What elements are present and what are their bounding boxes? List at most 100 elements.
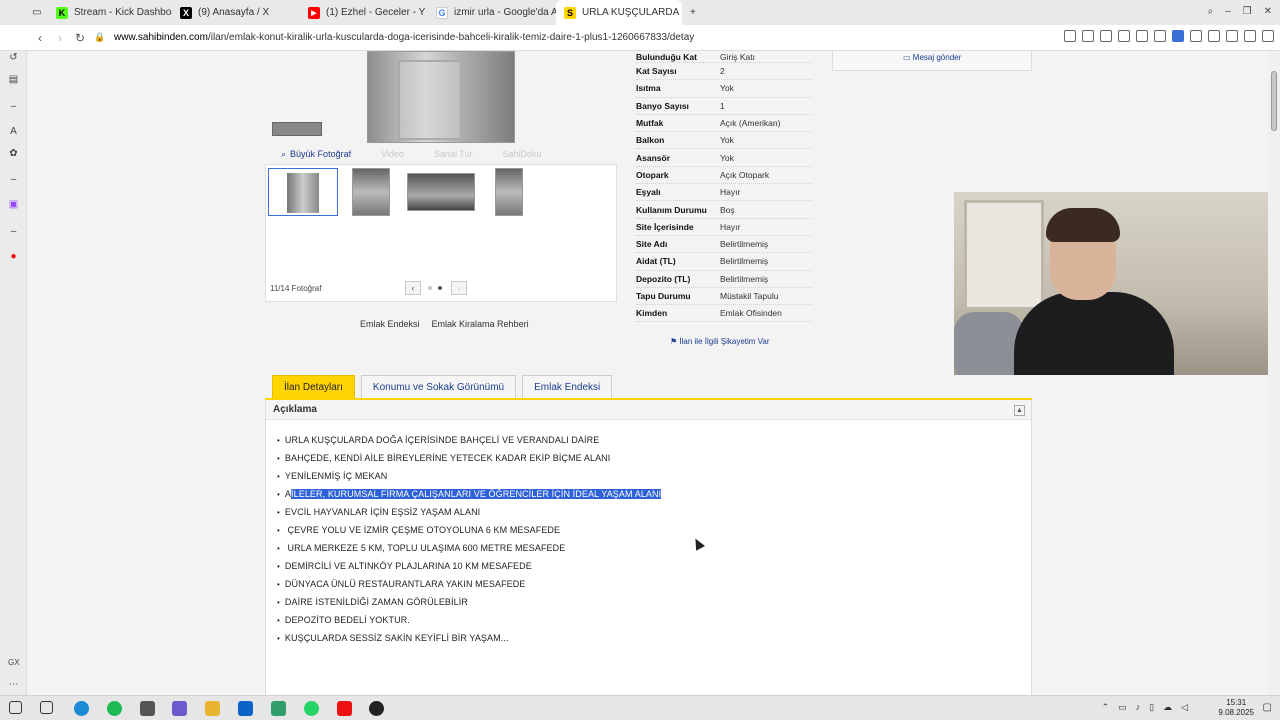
notification-icon[interactable]: ▢ — [1263, 702, 1272, 713]
menu-icon[interactable] — [1262, 30, 1274, 42]
tab-youtube[interactable]: ▶ (1) Ezhel - Geceler - Y — [300, 0, 428, 25]
chatgpt-icon[interactable]: ✿ — [8, 148, 19, 159]
description-item: DAİRE İSTENİLDİĞİ ZAMAN GÖRÜLEBİLİR — [277, 593, 1031, 611]
description-item: ÇEVRE YOLU VE İZMİR ÇEŞME OTOYOLUNA 6 KM… — [277, 521, 1031, 539]
folder-icon[interactable] — [205, 701, 220, 716]
audio-icon[interactable]: ♪ — [1136, 702, 1141, 713]
spec-row: Bulunduğu Kat Giriş Katı — [636, 51, 812, 63]
tab-google[interactable]: G izmir urla - Google'da Ara — [428, 0, 556, 25]
more-icon[interactable]: ⋯ — [8, 679, 19, 690]
youtube-sidebar-icon[interactable]: ● — [8, 251, 19, 262]
collapse-icon[interactable]: ▲ — [1014, 405, 1025, 416]
obs-icon[interactable] — [271, 701, 286, 716]
sahibinden-icon: S — [564, 6, 576, 19]
tab-konum[interactable]: Konumu ve Sokak Görünümü — [360, 375, 517, 398]
pager-dot[interactable] — [438, 286, 442, 290]
description-item: DÜNYACA ÜNLÜ RESTAURANTLARA YAKIN MESAFE… — [277, 575, 1031, 593]
pager-dot[interactable] — [428, 286, 432, 290]
app-a-icon[interactable]: A — [8, 126, 19, 137]
extension-icon[interactable] — [1172, 30, 1184, 42]
restore-icon[interactable]: ❐ — [1243, 6, 1252, 17]
description-item: DEPOZİTO BEDELİ YOKTUR. — [277, 611, 1031, 629]
battery-icon[interactable]: ▯ — [1149, 702, 1154, 713]
tab-label: (9) Anasayfa / X — [198, 7, 270, 18]
gx-icon[interactable]: GX — [8, 657, 20, 668]
history-icon[interactable]: ↺ — [8, 52, 19, 63]
spec-key: Site Adı — [636, 239, 668, 250]
twitch-icon[interactable]: ▣ — [8, 199, 19, 210]
photo-count: 11/14 Fotoğraf — [270, 284, 322, 293]
new-tab-button[interactable]: + — [682, 0, 702, 25]
description-header: Açıklama — [266, 400, 1031, 420]
speaker-icon[interactable]: ◁ — [1181, 702, 1188, 713]
tab-ilan-detaylari[interactable]: İlan Detayları — [272, 375, 355, 398]
scrollbar[interactable] — [1268, 51, 1280, 695]
tab-bar: ▭ K Stream - Kick Dashboard X (9) Anasay… — [0, 0, 1280, 25]
extensions-icon[interactable] — [1208, 30, 1220, 42]
pin-icon[interactable] — [1082, 30, 1094, 42]
network-icon[interactable]: ▭ — [1118, 702, 1127, 713]
task-view-icon[interactable] — [40, 701, 53, 714]
thumbnail[interactable] — [268, 168, 338, 216]
tab-label: (1) Ezhel - Geceler - Y — [326, 7, 426, 18]
chevron-up-icon[interactable]: ⌃ — [1102, 702, 1110, 713]
edge-icon[interactable] — [74, 701, 89, 716]
download-icon[interactable] — [1244, 30, 1256, 42]
kiralama-rehberi-link[interactable]: Emlak Kiralama Rehberi — [432, 319, 529, 329]
send-message-link[interactable]: Mesaj gönder — [913, 53, 961, 62]
reload-icon[interactable]: ↻ — [70, 31, 90, 45]
spec-value: Giriş Katı — [720, 51, 755, 62]
spec-value: Hayır — [720, 221, 741, 232]
spec-key: Isıtma — [636, 83, 661, 94]
play-icon[interactable] — [1136, 30, 1148, 42]
spec-row: Balkon Yok — [636, 132, 812, 150]
chatgpt-taskbar-icon[interactable] — [369, 701, 384, 716]
thumbnail[interactable] — [352, 168, 390, 216]
spotify-icon[interactable] — [107, 701, 122, 716]
prev-photos-button[interactable]: ‹ — [405, 281, 421, 295]
main-photo[interactable] — [367, 51, 515, 143]
extension-icon[interactable] — [1190, 30, 1202, 42]
workspace-icon[interactable]: ▭ — [28, 0, 48, 25]
complaint-link[interactable]: ⚑ İlan ile İlgili Şikayetim Var — [670, 337, 770, 346]
snapshot-icon[interactable] — [1100, 30, 1112, 42]
minimize-icon[interactable]: – — [1225, 6, 1231, 17]
tab-emlak-endeksi[interactable]: Emlak Endeksi — [522, 375, 613, 398]
x-icon: X — [180, 6, 192, 19]
heart-icon[interactable] — [1154, 30, 1166, 42]
tab-label: URLA KUŞÇULARDA DOĞ — [582, 7, 682, 18]
spec-row: Aidat (TL) Belirtilmemiş — [636, 253, 812, 271]
big-photo-link[interactable]: ⌕ Büyük Fotoğraf — [281, 149, 351, 160]
tab-x[interactable]: X (9) Anasayfa / X — [172, 0, 300, 25]
next-photos-button[interactable]: › — [451, 281, 467, 295]
sidebar-toggle-icon[interactable] — [1064, 30, 1076, 42]
browser-sidebar: ◎ ↺ ▤ – A ✿ – ▣ – ● GX ⋯ — [0, 0, 27, 695]
tab-kick[interactable]: K Stream - Kick Dashboard — [48, 0, 172, 25]
search-icon[interactable]: ⌕ — [1207, 6, 1213, 17]
shield-icon[interactable] — [1118, 30, 1130, 42]
whatsapp-icon[interactable] — [304, 701, 319, 716]
divider-icon: – — [10, 226, 17, 237]
wallet-icon[interactable]: ▤ — [8, 74, 19, 85]
user-icon[interactable] — [1226, 30, 1238, 42]
clock[interactable]: 15:31 9.08.2025 — [1218, 698, 1254, 718]
tab-sahibinden[interactable]: S URLA KUŞÇULARDA DOĞ — [556, 0, 682, 25]
lock-icon: 🔒 — [94, 32, 106, 42]
back-icon[interactable]: ‹ — [30, 31, 50, 45]
start-icon[interactable] — [9, 701, 22, 714]
calculator-icon[interactable] — [140, 701, 155, 716]
divider-icon: – — [10, 174, 17, 185]
forward-icon[interactable]: › — [50, 31, 70, 45]
description-item: YENİLENMİŞ İÇ MEKAN — [277, 467, 1031, 485]
emlak-endeksi-link[interactable]: Emlak Endeksi — [360, 319, 420, 329]
kick-icon: K — [56, 6, 68, 19]
onedrive-icon[interactable]: ☁ — [1163, 702, 1172, 713]
app-icon[interactable] — [172, 701, 187, 716]
close-icon[interactable]: ✕ — [1264, 6, 1272, 17]
thumbnail[interactable] — [407, 173, 475, 211]
thumbnail[interactable] — [495, 168, 523, 216]
outlook-icon[interactable] — [238, 701, 253, 716]
opera-icon[interactable] — [337, 701, 352, 716]
url-field[interactable]: www.sahibinden.com/ilan/emlak-konut-kira… — [114, 32, 694, 43]
message-box: ▭ Mesaj gönder — [832, 51, 1032, 71]
